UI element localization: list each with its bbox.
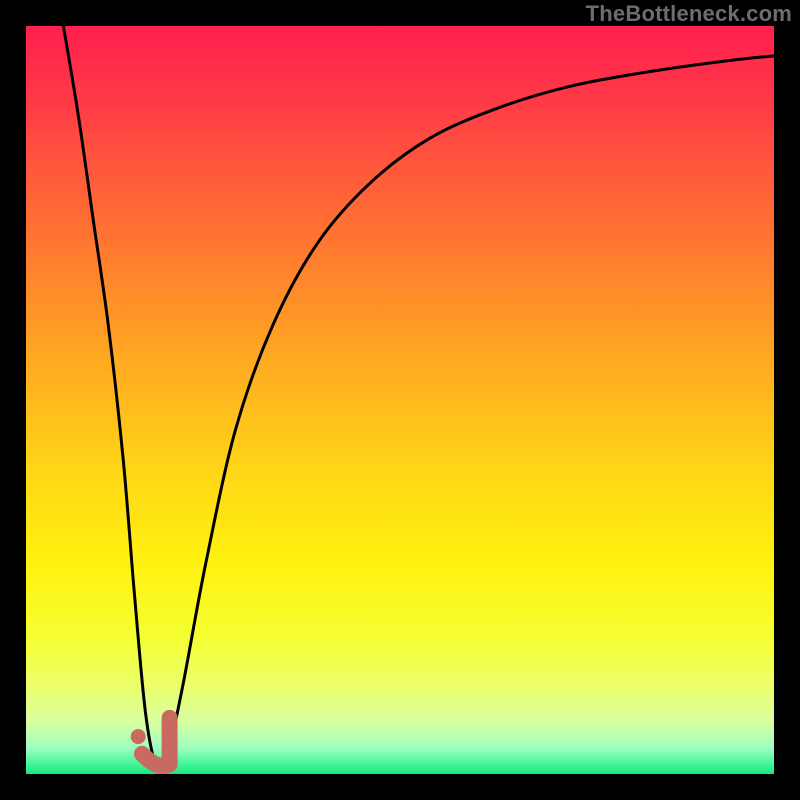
chart-stage: TheBottleneck.com	[0, 0, 800, 800]
min-marker-dot-icon	[131, 729, 146, 744]
plot-area	[26, 26, 774, 774]
bottleneck-curve	[63, 26, 774, 769]
curve-layer	[26, 26, 774, 774]
watermark-text: TheBottleneck.com	[586, 1, 792, 27]
